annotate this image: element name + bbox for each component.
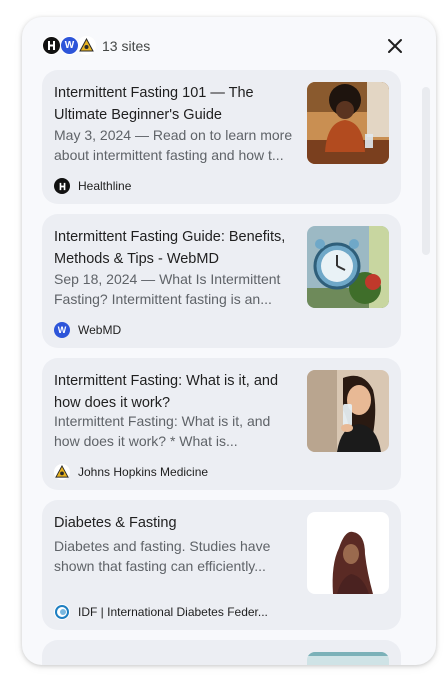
source-name: IDF | International Diabetes Feder... — [78, 605, 268, 619]
panel-header: W 13 sites — [22, 17, 436, 75]
webmd-icon: W — [54, 322, 70, 338]
result-thumbnail[interactable] — [307, 226, 389, 308]
webmd-icon: W — [60, 36, 79, 55]
hopkins-icon — [54, 464, 70, 480]
result-card[interactable]: Diabetes & Fasting Diabetes and fasting.… — [42, 500, 401, 630]
result-source[interactable]: IDF | International Diabetes Feder... — [54, 604, 268, 620]
result-card[interactable]: Intermittent Fasting: What is it, and ho… — [42, 358, 401, 490]
site-favicons: W — [42, 36, 102, 56]
source-name: Healthline — [78, 179, 132, 193]
healthline-icon — [54, 178, 70, 194]
results-list: Intermittent Fasting 101 — The Ultimate … — [42, 70, 402, 665]
result-thumbnail[interactable] — [307, 82, 389, 164]
result-thumbnail[interactable] — [307, 652, 389, 665]
idf-icon — [54, 604, 70, 620]
result-source[interactable]: Healthline — [54, 178, 131, 194]
scrollbar[interactable] — [422, 87, 430, 255]
result-snippet: Sep 18, 2024 — What Is Intermittent Fast… — [54, 271, 281, 307]
result-source[interactable]: W WebMD — [54, 322, 121, 338]
result-title[interactable]: Intermittent Fasting 101 — The Ultimate … — [54, 82, 294, 126]
result-snippet: Diabetes and fasting. Studies have shown… — [54, 538, 271, 574]
result-snippet: Intermittent Fasting: What is it, and ho… — [54, 413, 271, 449]
result-title[interactable]: Intermittent Fasting Guide: Benefits, Me… — [54, 226, 294, 270]
sources-panel: W 13 sites Intermittent Fasting 101 — Th… — [22, 17, 436, 665]
sites-count: 13 sites — [102, 38, 151, 54]
result-source[interactable]: Johns Hopkins Medicine — [54, 464, 208, 480]
result-title[interactable]: Intermittent Fasting: What is it, and ho… — [54, 370, 294, 414]
result-thumbnail[interactable] — [307, 512, 389, 594]
result-card[interactable]: Intermittent Fasting 101 — The Ultimate … — [42, 70, 401, 204]
healthline-icon — [42, 36, 61, 55]
hopkins-icon — [77, 36, 96, 55]
result-snippet: May 3, 2024 — Read on to learn more abou… — [54, 127, 293, 163]
result-card[interactable]: Intermittent Fasting Guide: Benefits, Me… — [42, 214, 401, 348]
close-button[interactable] — [384, 35, 406, 57]
close-icon — [388, 39, 402, 53]
result-card[interactable] — [42, 640, 401, 665]
result-title[interactable]: Diabetes & Fasting — [54, 512, 294, 534]
result-thumbnail[interactable] — [307, 370, 389, 452]
source-name: WebMD — [78, 323, 122, 337]
source-name: Johns Hopkins Medicine — [78, 465, 209, 479]
